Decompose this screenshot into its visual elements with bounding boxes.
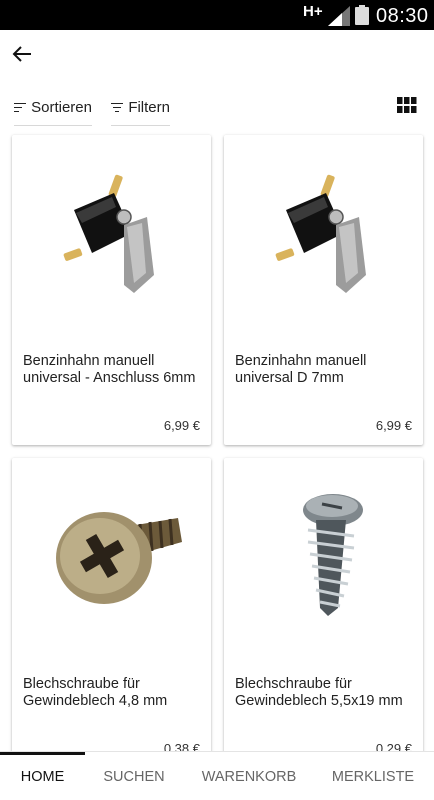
sort-icon [14,102,26,113]
filter-label: Filtern [128,99,170,116]
network-type: H+ [303,3,323,20]
arrow-left-icon [12,46,31,62]
product-name: Blechschraube für Gewindeblech 4,8 mm [23,676,168,709]
nav-search[interactable]: SUCHEN [92,752,176,800]
sort-label: Sortieren [31,99,92,116]
clock: 08:30 [376,5,429,27]
nav-watchlist[interactable]: MERKLISTE [324,752,422,800]
product-card[interactable]: Benzinhahn manuell universal - Anschluss… [12,135,211,445]
filter-icon [111,102,123,113]
grid-icon [397,97,417,113]
product-card[interactable]: Blechschraube für Gewindeblech 4,8 mm 0,… [12,458,211,768]
product-name: Benzinhahn manuell universal D 7mm [235,353,367,386]
product-image [56,512,182,604]
bottom-navigation: HOME SUCHEN WARENKORB MERKLISTE [0,751,434,800]
signal-icon [328,6,350,26]
product-card[interactable]: Blechschraube für Gewindeblech 5,5x19 mm… [224,458,423,768]
sort-button[interactable]: Sortieren [14,90,92,126]
nav-home[interactable]: HOME [0,752,85,800]
battery-icon [355,5,369,25]
nav-cart[interactable]: WARENKORB [192,752,306,800]
product-image [275,174,366,293]
filter-button[interactable]: Filtern [111,90,170,126]
back-button[interactable] [10,42,38,66]
product-name: Blechschraube für Gewindeblech 5,5x19 mm [235,676,403,709]
product-image [63,174,154,293]
status-bar: H+ 08:30 [0,0,434,30]
product-image [303,494,363,616]
product-price: 6,99 € [375,418,412,433]
product-price: 6,99 € [163,418,200,433]
grid-view-button[interactable] [397,97,417,113]
product-card[interactable]: Benzinhahn manuell universal D 7mm 6,99 … [224,135,423,445]
product-name: Benzinhahn manuell universal - Anschluss… [23,353,196,386]
